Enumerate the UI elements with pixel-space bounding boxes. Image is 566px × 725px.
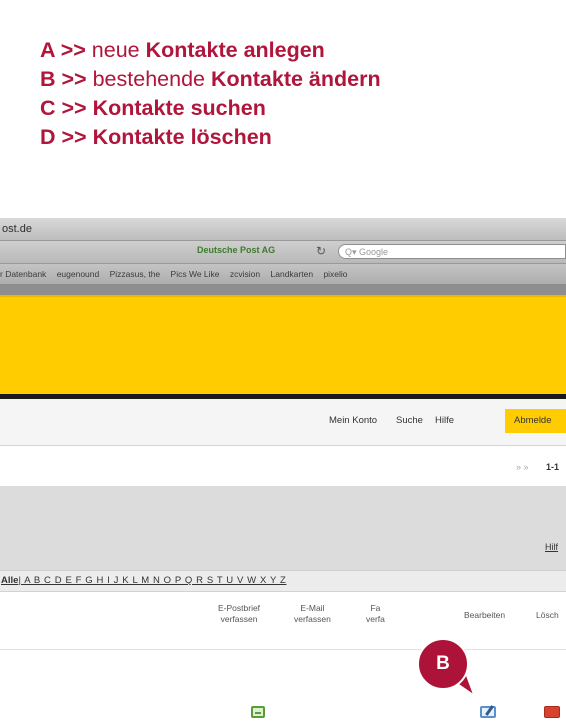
edit-contact-icon[interactable] bbox=[480, 706, 496, 718]
action-delete[interactable]: Lösch bbox=[536, 610, 559, 621]
address-bar[interactable]: Deutsche Post AG ↻ Q▾ Google bbox=[0, 241, 566, 264]
pager-row: » » 1-1 bbox=[0, 446, 566, 487]
bookmark-item[interactable]: Landkarten bbox=[271, 269, 314, 279]
delete-contact-icon[interactable] bbox=[544, 706, 560, 718]
alphabet-all[interactable]: Alle bbox=[1, 575, 18, 586]
window-title: ost.de bbox=[0, 218, 566, 241]
action-edit[interactable]: Bearbeiten bbox=[464, 610, 505, 621]
instruction-b: B >> bestehende Kontakte ändern bbox=[40, 67, 381, 91]
top-navigation: Mein Konto Suche Hilfe Abmelde bbox=[0, 399, 566, 446]
pager-range: 1-1 bbox=[546, 462, 560, 472]
action-toolbar: E-Postbrief verfassen E-Mail verfassen Fa v… bbox=[0, 592, 566, 654]
logout-button[interactable]: Abmelde bbox=[505, 409, 566, 433]
nav-my-account[interactable]: Mein Konto bbox=[329, 415, 377, 426]
reload-icon[interactable]: ↻ bbox=[316, 244, 326, 258]
alphabet-filter: Alle| A B C D E F G H I J K L M N O P Q … bbox=[0, 571, 566, 592]
bookmark-item[interactable]: eugenound bbox=[57, 269, 100, 279]
nav-search[interactable]: Suche bbox=[396, 415, 423, 426]
action-write-email[interactable]: E-Mail verfassen bbox=[294, 603, 331, 625]
bookmark-item[interactable]: r Datenbank bbox=[0, 269, 46, 279]
toolbar-divider bbox=[0, 649, 566, 650]
browser-window: ost.de Deutsche Post AG ↻ Q▾ Google r Da… bbox=[0, 218, 566, 725]
site-identity-label: Deutsche Post AG bbox=[197, 245, 276, 255]
bookmarks-bar: r Datenbank eugenound Pizzasus, the Pics… bbox=[0, 264, 566, 285]
action-write-epostbrief[interactable]: E-Postbrief verfassen bbox=[218, 603, 260, 625]
brand-header bbox=[0, 295, 566, 394]
bookmark-item[interactable]: Pics We Like bbox=[171, 269, 220, 279]
instruction-d: D >> Kontakte löschen bbox=[40, 125, 272, 149]
instruction-c: C >> Kontakte suchen bbox=[40, 96, 266, 120]
nav-help[interactable]: Hilfe bbox=[435, 415, 454, 426]
instruction-a: A >> neue Kontakte anlegen bbox=[40, 38, 325, 62]
action-write-fax[interactable]: Fa verfa bbox=[366, 603, 385, 625]
bookmark-item[interactable]: pixelio bbox=[323, 269, 347, 279]
instruction-list: A >> neue Kontakte anlegen B >> bestehen… bbox=[40, 36, 381, 152]
pager-arrows[interactable]: » » bbox=[516, 462, 529, 472]
bookmark-item[interactable]: zcvision bbox=[230, 269, 260, 279]
bookmark-item[interactable]: Pizzasus, the bbox=[110, 269, 161, 279]
help-link[interactable]: Hilf bbox=[545, 542, 558, 552]
filter-panel: Hilf bbox=[0, 487, 566, 571]
alphabet-letters[interactable]: | A B C D E F G H I J K L M N O P Q R S … bbox=[18, 575, 286, 586]
tab-strip bbox=[0, 285, 566, 295]
epostbrief-icon[interactable] bbox=[251, 706, 265, 718]
callout-marker-b: B bbox=[417, 638, 469, 690]
search-input[interactable]: Q▾ Google bbox=[338, 244, 566, 259]
row-action-icons bbox=[0, 696, 566, 725]
